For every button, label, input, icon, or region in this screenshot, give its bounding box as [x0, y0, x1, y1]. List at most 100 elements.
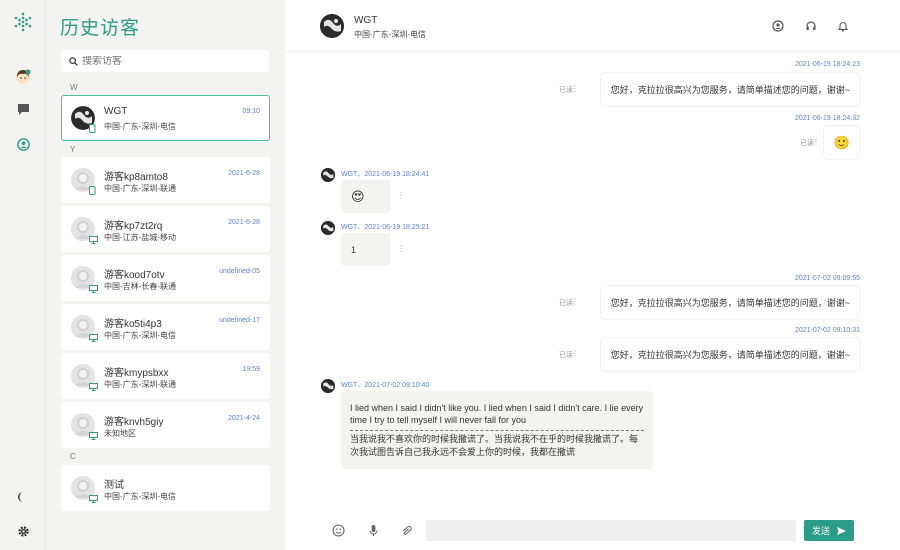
- visitor-name: 游客kp7zt2rq: [104, 221, 163, 232]
- user-circle-icon[interactable]: [13, 134, 33, 154]
- message-timestamp: 2021-07-02 09:10:31: [795, 327, 860, 334]
- message-sender-meta: WGT、2021-07-02 09:10:40: [341, 382, 430, 389]
- visitor-name: 游客ko5ti4p3: [104, 319, 162, 330]
- visitor-name: 游客kmypsbxx: [104, 368, 169, 379]
- mobile-device-icon: [89, 182, 96, 195]
- message-options-icon[interactable]: ⋮: [571, 84, 579, 93]
- avatar[interactable]: [321, 379, 335, 393]
- message-options-icon[interactable]: ⋮: [812, 137, 820, 146]
- mobile-device-icon: [89, 120, 96, 133]
- moon-icon[interactable]: [13, 487, 33, 507]
- visitor-name: 游客kp8amto8: [104, 172, 168, 183]
- visitor-location: 中国-江苏-盐城-移动: [104, 233, 176, 242]
- visitor-location: 中国-广东-深圳-电信: [104, 331, 176, 340]
- message-text: 您好，克拉拉很高兴为您服务，请简单描述您的问题，谢谢~: [610, 350, 850, 360]
- visitor-last-time: undefined-17: [219, 317, 260, 324]
- message-bubble-outgoing[interactable]: 您好，克拉拉很高兴为您服务，请简单描述您的问题，谢谢~: [600, 286, 860, 319]
- chat-icon[interactable]: [13, 99, 33, 119]
- user-info-icon[interactable]: [772, 20, 784, 32]
- visitor-name: 游客knvh5giy: [104, 417, 164, 428]
- message-bubble-outgoing[interactable]: 🙂: [824, 126, 860, 159]
- search-icon: [69, 56, 78, 66]
- chat-header: WGT 中国-广东-深圳-电信: [285, 0, 900, 52]
- message-sender-meta: WGT、2021-06-19 18:24:41: [341, 171, 430, 178]
- visitor-location: 中国-广东-深圳-联通: [104, 380, 176, 389]
- message-options-icon[interactable]: ⋮: [397, 191, 405, 200]
- visitor-avatar-icon[interactable]: [13, 67, 33, 87]
- message-options-icon[interactable]: ⋮: [571, 349, 579, 358]
- avatar[interactable]: [320, 14, 344, 38]
- message-text: 😍: [351, 189, 365, 204]
- avatar[interactable]: [321, 221, 335, 235]
- avatar[interactable]: [321, 168, 335, 182]
- message-text: 您好，克拉拉很高兴为您服务，请简单描述您的问题，谢谢~: [610, 85, 850, 95]
- search-input[interactable]: [82, 55, 262, 67]
- message-bubble-outgoing[interactable]: 您好，克拉拉很高兴为您服务，请简单描述您的问题，谢谢~: [600, 338, 860, 371]
- send-icon: [837, 526, 846, 535]
- chat-area: WGT 中国-广东-深圳-电信 2021-06-19 18:24:23 您好，克拉…: [285, 0, 900, 550]
- translation-divider: [350, 430, 644, 431]
- visitor-card[interactable]: 游客kp8amto8 中国-广东-深圳-联通 2021-6-28: [61, 157, 270, 203]
- desktop-device-icon: [89, 427, 98, 440]
- visitor-card[interactable]: 游客ko5ti4p3 中国-广东-深圳-电信 undefined-17: [61, 304, 270, 350]
- logo-icon[interactable]: [13, 12, 33, 32]
- chat-visitor-name: WGT: [354, 15, 378, 26]
- visitor-card[interactable]: 测试 中国-广东-深圳-电信: [61, 465, 270, 511]
- attachment-icon[interactable]: [401, 524, 414, 537]
- composer: 发送: [285, 515, 900, 545]
- visitor-last-time: 09:10: [242, 108, 260, 115]
- visitor-name: 游客kood7otv: [104, 270, 165, 281]
- microphone-icon[interactable]: [367, 524, 380, 537]
- desktop-device-icon: [89, 280, 98, 293]
- visitor-card[interactable]: WGT 中国-广东-深圳-电信 09:10: [61, 95, 270, 141]
- message-options-icon[interactable]: ⋮: [397, 244, 405, 253]
- send-button[interactable]: 发送: [804, 520, 854, 541]
- visitor-last-time: 2021-6-28: [228, 219, 260, 226]
- visitor-location: 中国-广东-深圳-电信: [104, 122, 176, 131]
- visitor-location: 中国-吉林-长春-联通: [104, 282, 176, 291]
- visitor-last-time: 2021-4-24: [228, 415, 260, 422]
- visitor-card[interactable]: 游客kp7zt2rq 中国-江苏-盐城-移动 2021-6-28: [61, 206, 270, 252]
- message-bubble-incoming[interactable]: 1: [341, 233, 391, 266]
- message-input[interactable]: [426, 520, 796, 541]
- message-options-icon[interactable]: ⋮: [571, 297, 579, 306]
- visitor-card[interactable]: 游客knvh5giy 未知地区 2021-4-24: [61, 402, 270, 448]
- group-label: Y: [70, 145, 76, 154]
- send-label: 发送: [811, 526, 830, 536]
- group-label: W: [70, 83, 78, 92]
- visitor-location: 未知地区: [104, 429, 136, 438]
- visitor-card[interactable]: 游客kood7otv 中国-吉林-长春-联通 undefined-05: [61, 255, 270, 301]
- bell-icon[interactable]: [837, 20, 849, 32]
- gear-icon[interactable]: [13, 521, 33, 541]
- message-text: 1: [351, 244, 357, 255]
- message-bubble-incoming[interactable]: 😍: [341, 180, 391, 213]
- message-sender-meta: WGT、2021-06-19 18:25:21: [341, 224, 430, 231]
- visitor-card[interactable]: 游客kmypsbxx 中国-广东-深圳-联通 19:59: [61, 353, 270, 399]
- visitor-name: 测试: [104, 480, 124, 491]
- group-label: C: [70, 452, 76, 461]
- visitor-last-time: 19:59: [242, 366, 260, 373]
- visitor-last-time: 2021-6-28: [228, 170, 260, 177]
- emoji-icon[interactable]: [332, 524, 345, 537]
- chat-visitor-location: 中国-广东-深圳-电信: [354, 30, 426, 39]
- visitor-location: 中国-广东-深圳-电信: [104, 492, 176, 501]
- visitor-location: 中国-广东-深圳-联通: [104, 184, 176, 193]
- nav-rail: [0, 0, 46, 550]
- search-box[interactable]: [61, 50, 269, 72]
- message-timestamp: 2021-06-19 18:24:32: [795, 115, 860, 122]
- desktop-device-icon: [89, 490, 98, 503]
- message-bubble-outgoing[interactable]: 您好，克拉拉很高兴为您服务，请简单描述您的问题，谢谢~: [600, 73, 860, 106]
- message-bubble-incoming[interactable]: I lied when I said I didn't like you. I …: [341, 391, 653, 469]
- app-window: 历史访客 WYCWGT中国-广东-深圳-电信09:10游客kp8amto8中国-…: [0, 0, 900, 550]
- desktop-device-icon: [89, 378, 98, 391]
- message-text: 🙂: [833, 135, 851, 150]
- message-text-original: I lied when I said I didn't like you. I …: [350, 403, 644, 425]
- headset-icon[interactable]: [805, 20, 817, 32]
- message-text: 您好，克拉拉很高兴为您服务，请简单描述您的问题，谢谢~: [610, 298, 850, 308]
- message-timestamp: 2021-07-02 09:09:55: [795, 275, 860, 282]
- desktop-device-icon: [89, 329, 98, 342]
- visitor-last-time: undefined-05: [219, 268, 260, 275]
- visitor-name: WGT: [104, 106, 128, 117]
- page-title: 历史访客: [60, 18, 141, 39]
- desktop-device-icon: [89, 231, 98, 244]
